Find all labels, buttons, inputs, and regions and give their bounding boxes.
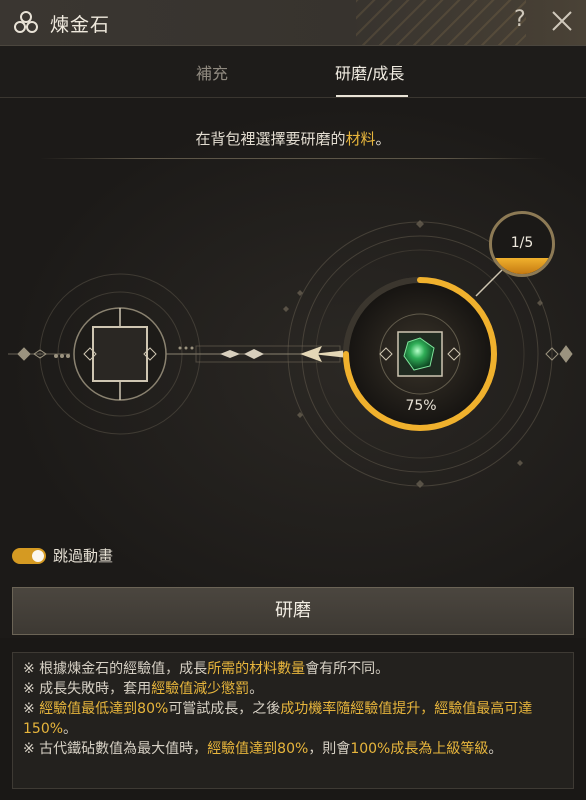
note-line: ※ 經驗值最低達到80%可嘗試成長，之後成功機率隨經驗值提升，經驗值最高可達15…: [23, 699, 563, 739]
toggle-knob: [32, 550, 44, 562]
connector-line: [160, 345, 348, 363]
alchemy-triskelion-icon: [14, 11, 38, 33]
notes-panel: ※ 根據煉金石的經驗值，成長所需的材料數量會有所不同。 ※ 成長失敗時，套用經驗…: [12, 652, 574, 789]
instruction-text: 在背包裡選擇要研磨的材料。: [0, 128, 586, 149]
instruction-highlight: 材料: [345, 130, 376, 148]
window-title: 煉金石: [50, 14, 111, 36]
active-tab-indicator: [336, 95, 408, 97]
left-edge-ornament: [8, 347, 70, 361]
note-highlight: 經驗值減少懲罰: [151, 681, 250, 697]
note-highlight: 經驗值最低達到80%: [39, 701, 169, 717]
badge-fill: [492, 258, 552, 274]
note-highlight: 所需的材料數量: [207, 661, 306, 677]
tab-bar: 補充 研磨/成長: [0, 46, 586, 98]
note-line: ※ 根據煉金石的經驗值，成長所需的材料數量會有所不同。: [23, 659, 563, 679]
note-text: 。: [249, 681, 264, 697]
progress-percent: 75%: [405, 398, 437, 414]
note-highlight: 100%成長為上級等級: [350, 741, 489, 757]
note-line: ※ 成長失敗時，套用經驗值減少懲罰。: [23, 679, 563, 699]
note-line: ※ 古代鐵砧數值為最大值時，經驗值達到80%，則會100%成長為上級等級。: [23, 739, 563, 759]
title-bar-pattern: [356, 0, 526, 45]
note-text: ※ 根據煉金石的經驗值，成長: [23, 661, 208, 677]
note-highlight: 經驗值達到80%: [207, 741, 309, 757]
note-text: 。: [488, 741, 503, 757]
instruction-before: 在背包裡選擇要研磨的: [195, 130, 346, 148]
title-bar: 煉金石 ?: [0, 0, 586, 46]
note-text: 。: [63, 721, 78, 737]
divider: [40, 158, 546, 159]
skip-animation-label: 跳過動畫: [53, 547, 114, 565]
grind-button[interactable]: 研磨: [12, 587, 574, 635]
right-edge-ornament: [545, 345, 573, 363]
instruction-after: 。: [375, 130, 391, 148]
tab-grind-growth[interactable]: 研磨/成長: [335, 60, 404, 84]
tab-refill[interactable]: 補充: [196, 60, 228, 84]
note-text: ※ 成長失敗時，套用: [23, 681, 152, 697]
close-icon[interactable]: [549, 8, 575, 34]
skip-animation-toggle[interactable]: [12, 548, 46, 564]
count-badge: 1/5: [489, 211, 555, 277]
note-text: ※: [23, 701, 40, 717]
help-button[interactable]: ?: [514, 7, 526, 32]
badge-count: 1/5: [510, 235, 534, 251]
note-text: ，則會: [308, 741, 351, 757]
note-text: ※ 古代鐵砧數值為最大值時，: [23, 741, 208, 757]
note-text: 可嘗試成長，之後: [168, 701, 281, 717]
left-material-slot: [73, 307, 167, 401]
note-text: 會有所不同。: [305, 661, 390, 677]
